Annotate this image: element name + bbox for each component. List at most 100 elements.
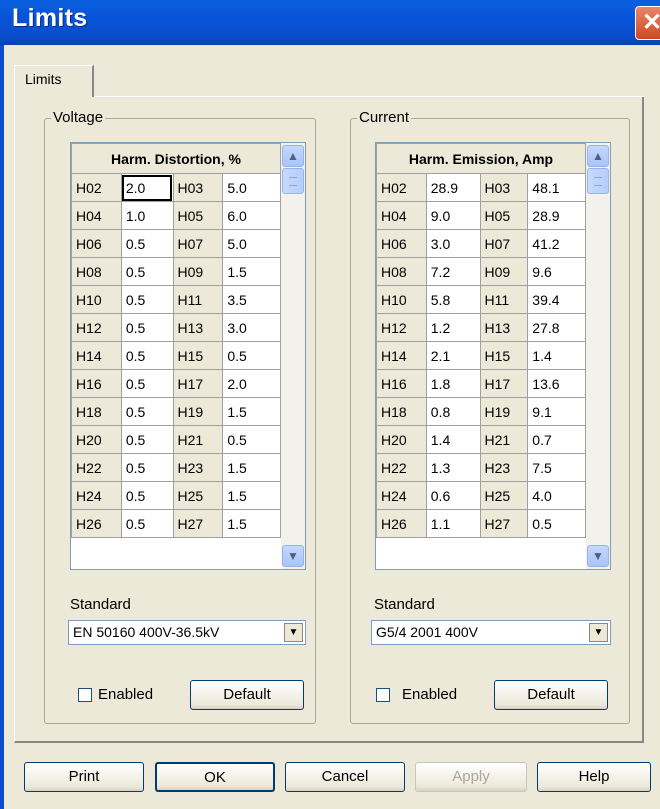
table-row: H16 1.8 H17 13.6	[376, 369, 586, 398]
table-row: H26 0.5 H27 1.5	[71, 509, 281, 538]
current-grid-scrollbar[interactable]: ▲ ▼	[586, 143, 610, 569]
harmonic-value-cell[interactable]: 7.2	[425, 257, 481, 286]
chevron-down-icon[interactable]: ▼	[284, 623, 303, 642]
harmonic-value-cell[interactable]: 0.7	[527, 425, 586, 454]
harmonic-value-cell[interactable]: 0.5	[120, 425, 174, 454]
harmonic-value-cell[interactable]: 0.5	[120, 481, 174, 510]
harmonic-value-cell[interactable]: 0.6	[425, 481, 481, 510]
voltage-table: Harm. Distortion, % H02 2.0 H03 5.0 H04 1.0 H0…	[71, 143, 281, 538]
harmonic-value-cell[interactable]: 0.5	[120, 313, 174, 342]
current-harmonics-grid[interactable]: Harm. Emission, Amp H02 28.9 H03 48.1 H04 9.0…	[375, 142, 611, 570]
harmonic-value-cell[interactable]: 1.4	[425, 425, 481, 454]
harmonic-value-cell[interactable]: 39.4	[527, 285, 586, 314]
apply-button[interactable]: Apply	[415, 762, 527, 792]
harmonic-label-cell: H07	[479, 229, 529, 258]
current-grid-header: Harm. Emission, Amp	[376, 143, 586, 174]
scroll-up-icon[interactable]: ▲	[282, 145, 304, 167]
harmonic-value-cell[interactable]: 9.6	[527, 257, 586, 286]
help-button[interactable]: Help	[537, 762, 651, 792]
voltage-grid-scrollbar[interactable]: ▲ ▼	[281, 143, 305, 569]
harmonic-value-cell[interactable]: 0.5	[527, 509, 586, 538]
tab-limits[interactable]: Limits	[14, 65, 94, 97]
harmonic-label-cell: H07	[172, 229, 224, 258]
harmonic-label-cell: H19	[172, 397, 224, 426]
harmonic-value-cell[interactable]: 5.8	[425, 285, 481, 314]
harmonic-label-cell: H03	[172, 173, 224, 202]
title-bar[interactable]: Limits ✕	[0, 0, 660, 45]
harmonic-value-cell[interactable]: 0.5	[222, 341, 281, 370]
harmonic-value-cell[interactable]: 2.0	[222, 369, 281, 398]
harmonic-value-cell[interactable]: 7.5	[527, 453, 586, 482]
harmonic-value-cell[interactable]: 0.5	[120, 397, 174, 426]
harmonic-value-cell[interactable]: 1.3	[425, 453, 481, 482]
harmonic-value-cell[interactable]: 1.5	[222, 481, 281, 510]
harmonic-value-cell[interactable]: 0.5	[120, 285, 174, 314]
harmonic-value-cell[interactable]: 13.6	[527, 369, 586, 398]
table-row: H16 0.5 H17 2.0	[71, 369, 281, 398]
harmonic-value-cell[interactable]: 0.5	[120, 257, 174, 286]
cancel-button[interactable]: Cancel	[285, 762, 405, 792]
harmonic-value-cell[interactable]: 1.2	[425, 313, 481, 342]
harmonic-value-cell[interactable]: 4.0	[527, 481, 586, 510]
harmonic-value-cell[interactable]: 3.0	[425, 229, 481, 258]
harmonic-value-cell[interactable]: 1.5	[222, 453, 281, 482]
voltage-standard-select[interactable]: EN 50160 400V-36.5kV ▼	[68, 620, 306, 645]
harmonic-value-cell[interactable]: 2.0	[120, 173, 174, 202]
harmonic-value-cell[interactable]: 0.5	[120, 369, 174, 398]
harmonic-label-cell: H13	[479, 313, 529, 342]
harmonic-value-cell[interactable]: 1.5	[222, 509, 281, 538]
harmonic-value-cell[interactable]: 0.5	[120, 509, 174, 538]
close-icon[interactable]: ✕	[635, 6, 660, 40]
table-row: H06 0.5 H07 5.0	[71, 229, 281, 258]
scroll-up-icon[interactable]: ▲	[587, 145, 609, 167]
harmonic-value-cell[interactable]: 0.5	[120, 229, 174, 258]
harmonic-label-cell: H24	[376, 481, 427, 510]
ok-button[interactable]: OK	[155, 762, 275, 792]
harmonic-value-cell[interactable]: 1.4	[527, 341, 586, 370]
scroll-down-icon[interactable]: ▼	[282, 545, 304, 567]
current-default-button[interactable]: Default	[494, 680, 608, 710]
table-row: H18 0.8 H19 9.1	[376, 397, 586, 426]
harmonic-value-cell[interactable]: 5.0	[222, 173, 281, 202]
harmonic-label-cell: H04	[376, 201, 427, 230]
harmonic-value-cell[interactable]: 9.0	[425, 201, 481, 230]
harmonic-label-cell: H18	[71, 397, 122, 426]
harmonic-value-cell[interactable]: 9.1	[527, 397, 586, 426]
voltage-enabled-label[interactable]: Enabled	[98, 686, 153, 703]
harmonic-value-cell[interactable]: 3.5	[222, 285, 281, 314]
scroll-down-icon[interactable]: ▼	[587, 545, 609, 567]
harmonic-value-cell[interactable]: 5.0	[222, 229, 281, 258]
table-row: H14 2.1 H15 1.4	[376, 341, 586, 370]
harmonic-value-cell[interactable]: 1.1	[425, 509, 481, 538]
harmonic-value-cell[interactable]: 27.8	[527, 313, 586, 342]
harmonic-value-cell[interactable]: 28.9	[425, 173, 481, 202]
harmonic-label-cell: H10	[376, 285, 427, 314]
chevron-down-icon[interactable]: ▼	[589, 623, 608, 642]
harmonic-value-cell[interactable]: 28.9	[527, 201, 586, 230]
voltage-default-button[interactable]: Default	[190, 680, 304, 710]
current-enabled-label[interactable]: Enabled	[402, 686, 457, 703]
harmonic-value-cell[interactable]: 6.0	[222, 201, 281, 230]
harmonic-value-cell[interactable]: 0.5	[120, 453, 174, 482]
harmonic-value-cell[interactable]: 1.5	[222, 397, 281, 426]
harmonic-value-cell[interactable]: 2.1	[425, 341, 481, 370]
harmonic-value-cell[interactable]: 1.5	[222, 257, 281, 286]
current-standard-select[interactable]: G5/4 2001 400V ▼	[371, 620, 611, 645]
harmonic-value-cell[interactable]: 0.5	[120, 341, 174, 370]
voltage-harmonics-grid[interactable]: Harm. Distortion, % H02 2.0 H03 5.0 H04 1.0 H0…	[70, 142, 306, 570]
scroll-thumb[interactable]	[587, 168, 609, 194]
harmonic-label-cell: H20	[71, 425, 122, 454]
harmonic-value-cell[interactable]: 1.0	[120, 201, 174, 230]
harmonic-value-cell[interactable]: 3.0	[222, 313, 281, 342]
current-enabled-checkbox[interactable]	[376, 688, 390, 702]
scroll-thumb[interactable]	[282, 168, 304, 194]
harmonic-label-cell: H06	[71, 229, 122, 258]
print-button[interactable]: Print	[24, 762, 144, 792]
harmonic-label-cell: H23	[479, 453, 529, 482]
voltage-enabled-checkbox[interactable]	[78, 688, 92, 702]
harmonic-value-cell[interactable]: 41.2	[527, 229, 586, 258]
harmonic-value-cell[interactable]: 48.1	[527, 173, 586, 202]
harmonic-value-cell[interactable]: 0.8	[425, 397, 481, 426]
harmonic-value-cell[interactable]: 1.8	[425, 369, 481, 398]
harmonic-value-cell[interactable]: 0.5	[222, 425, 281, 454]
